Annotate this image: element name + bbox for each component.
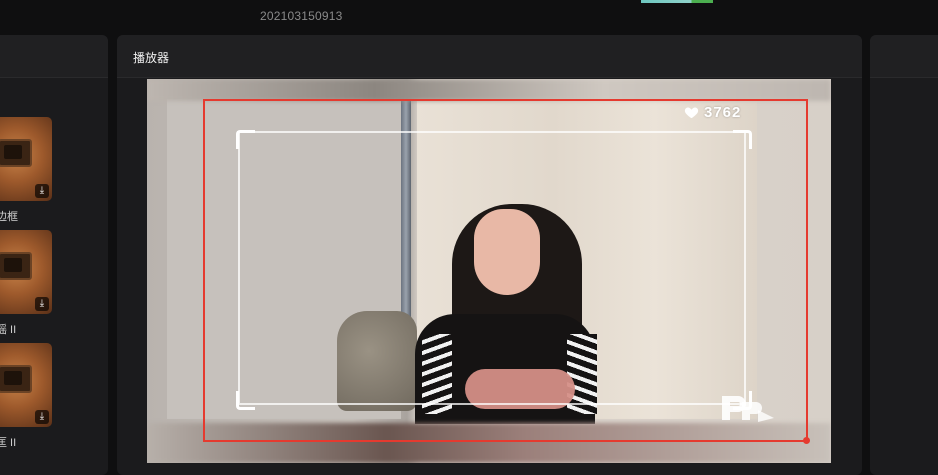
tv-icon — [0, 252, 32, 280]
player-title: 播放器 — [133, 51, 170, 65]
properties-panel-header — [870, 35, 938, 78]
asset-thumbnail-3[interactable]: ⤓ — [0, 343, 52, 427]
asset-panel: ⤓ 边框 ⤓ 摇 II ⤓ 匡 II — [0, 35, 108, 475]
project-id: 202103150913 — [260, 9, 343, 23]
download-icon[interactable]: ⤓ — [35, 184, 49, 198]
download-icon[interactable]: ⤓ — [35, 410, 49, 424]
tv-icon — [0, 139, 32, 167]
resize-handle[interactable] — [803, 437, 810, 444]
tv-icon — [0, 365, 32, 393]
asset-thumbnail-1[interactable]: ⤓ — [0, 117, 52, 201]
asset-thumbnail-2[interactable]: ⤓ — [0, 230, 52, 314]
asset-label-1: 边框 — [0, 211, 18, 223]
top-bar: 202103150913 — [0, 0, 938, 34]
blurred-top-strip — [147, 79, 831, 101]
selection-box[interactable] — [203, 99, 808, 442]
asset-panel-header — [0, 35, 108, 78]
properties-panel — [870, 35, 938, 475]
asset-label-2: 摇 II — [0, 324, 17, 336]
player-header: 播放器 — [117, 35, 862, 78]
timeline-thumbnail[interactable] — [641, 0, 713, 3]
asset-label-3: 匡 II — [0, 437, 17, 449]
download-icon[interactable]: ⤓ — [35, 297, 49, 311]
